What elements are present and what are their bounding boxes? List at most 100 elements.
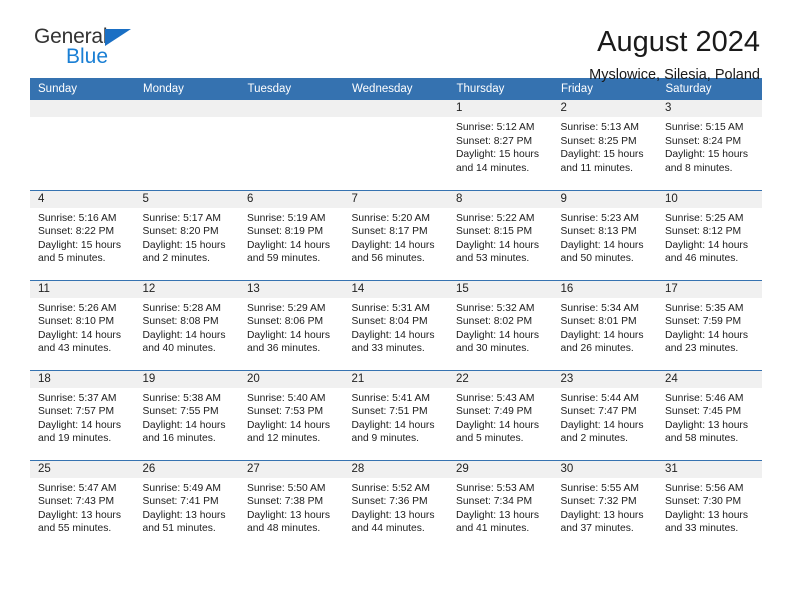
day-details: Sunrise: 5:22 AM Sunset: 8:15 PM Daylight:… bbox=[448, 208, 553, 266]
day-number: 26 bbox=[134, 460, 239, 478]
sunset-time: Sunset: 7:34 PM bbox=[456, 496, 533, 508]
day-number: 5 bbox=[134, 190, 239, 208]
sunrise-time: Sunrise: 5:37 AM bbox=[38, 392, 117, 404]
daylight-duration-line1: Daylight: 14 hours bbox=[560, 419, 644, 431]
calendar-day-cell[interactable]: 16 Sunrise: 5:34 AM Sunset: 8:01 PM Dayligh… bbox=[552, 279, 657, 370]
calendar-day-cell[interactable]: 23 Sunrise: 5:44 AM Sunset: 7:47 PM Dayligh… bbox=[552, 369, 657, 460]
general-blue-logo[interactable]: General Blue bbox=[30, 26, 154, 67]
calendar-day-cell[interactable]: 1 Sunrise: 5:12 AM Sunset: 8:27 PM Daylight… bbox=[448, 100, 553, 190]
calendar-day-cell[interactable]: 26 Sunrise: 5:49 AM Sunset: 7:41 PM Dayligh… bbox=[134, 459, 239, 550]
calendar-day-cell[interactable]: 10 Sunrise: 5:25 AM Sunset: 8:12 PM Dayligh… bbox=[657, 189, 762, 280]
day-number: 18 bbox=[30, 370, 135, 388]
daylight-duration-line2: and 11 minutes. bbox=[560, 162, 634, 174]
sunset-time: Sunset: 8:13 PM bbox=[560, 226, 637, 238]
calendar-day-cell[interactable]: 24 Sunrise: 5:46 AM Sunset: 7:45 PM Dayligh… bbox=[657, 369, 762, 460]
calendar-day-cell[interactable]: 6 Sunrise: 5:19 AM Sunset: 8:19 PM Daylight… bbox=[239, 189, 344, 280]
daylight-duration-line2: and 55 minutes. bbox=[38, 523, 112, 535]
calendar-day-cell[interactable]: 17 Sunrise: 5:35 AM Sunset: 7:59 PM Dayligh… bbox=[657, 279, 762, 370]
weekday-header-thursday: Thursday bbox=[448, 78, 553, 100]
day-number: 21 bbox=[343, 370, 448, 388]
calendar-day-cell[interactable]: 28 Sunrise: 5:52 AM Sunset: 7:36 PM Dayligh… bbox=[343, 459, 448, 550]
daylight-duration-line2: and 36 minutes. bbox=[247, 343, 321, 355]
calendar-day-cell[interactable]: 4 Sunrise: 5:16 AM Sunset: 8:22 PM Daylight… bbox=[30, 189, 135, 280]
sunrise-time: Sunrise: 5:13 AM bbox=[560, 122, 639, 133]
calendar-day-cell[interactable]: 13 Sunrise: 5:29 AM Sunset: 8:06 PM Dayligh… bbox=[239, 279, 344, 370]
calendar-day-cell[interactable]: 3 Sunrise: 5:15 AM Sunset: 8:24 PM Daylight… bbox=[657, 100, 762, 190]
sunset-time: Sunset: 7:45 PM bbox=[665, 406, 742, 418]
calendar-week-row: 25 Sunrise: 5:47 AM Sunset: 7:43 PM Dayligh… bbox=[30, 459, 762, 550]
page-header: General Blue August 2024 Myslowice, Sile… bbox=[30, 0, 762, 84]
daylight-duration-line2: and 5 minutes. bbox=[38, 253, 106, 265]
day-details: Sunrise: 5:15 AM Sunset: 8:24 PM Daylight:… bbox=[657, 117, 762, 175]
sunrise-time: Sunrise: 5:19 AM bbox=[247, 212, 326, 224]
weekday-header-monday: Monday bbox=[134, 78, 240, 100]
calendar-day-cell[interactable]: 27 Sunrise: 5:50 AM Sunset: 7:38 PM Dayligh… bbox=[239, 459, 344, 550]
calendar-day-cell[interactable]: 14 Sunrise: 5:31 AM Sunset: 8:04 PM Dayligh… bbox=[343, 279, 448, 370]
sunrise-time: Sunrise: 5:55 AM bbox=[560, 482, 639, 494]
calendar-day-cell[interactable]: 2 Sunrise: 5:13 AM Sunset: 8:25 PM Daylight… bbox=[552, 100, 657, 190]
daylight-duration-line2: and 59 minutes. bbox=[247, 253, 321, 265]
day-details: Sunrise: 5:46 AM Sunset: 7:45 PM Daylight:… bbox=[657, 388, 762, 446]
daylight-duration-line1: Daylight: 13 hours bbox=[665, 419, 748, 431]
day-details: Sunrise: 5:53 AM Sunset: 7:34 PM Daylight:… bbox=[448, 478, 553, 536]
calendar-day-cell[interactable]: 5 Sunrise: 5:17 AM Sunset: 8:20 PM Daylight… bbox=[134, 189, 239, 280]
sunset-time: Sunset: 7:30 PM bbox=[665, 496, 742, 508]
calendar-day-cell[interactable]: 29 Sunrise: 5:53 AM Sunset: 7:34 PM Dayligh… bbox=[448, 459, 553, 550]
daylight-duration-line1: Daylight: 14 hours bbox=[247, 329, 330, 341]
calendar-day-cell[interactable]: 31 Sunrise: 5:56 AM Sunset: 7:30 PM Dayligh… bbox=[657, 459, 762, 550]
daylight-duration-line1: Daylight: 13 hours bbox=[351, 509, 435, 521]
calendar-day-cell[interactable]: 18 Sunrise: 5:37 AM Sunset: 7:57 PM Dayligh… bbox=[30, 369, 135, 460]
day-number: 4 bbox=[30, 190, 135, 208]
sunrise-time: Sunrise: 5:28 AM bbox=[142, 302, 221, 314]
day-details: Sunrise: 5:40 AM Sunset: 7:53 PM Daylight:… bbox=[239, 388, 344, 446]
calendar-day-cell[interactable]: 22 Sunrise: 5:43 AM Sunset: 7:49 PM Dayligh… bbox=[448, 369, 553, 460]
sunrise-time: Sunrise: 5:44 AM bbox=[560, 392, 639, 404]
daylight-duration-line1: Daylight: 13 hours bbox=[456, 509, 539, 521]
sunset-time: Sunset: 8:01 PM bbox=[560, 316, 637, 328]
sunrise-time: Sunrise: 5:22 AM bbox=[456, 212, 535, 224]
daylight-duration-line2: and 41 minutes. bbox=[456, 523, 530, 535]
daylight-duration-line1: Daylight: 13 hours bbox=[38, 509, 121, 521]
sunrise-time: Sunrise: 5:31 AM bbox=[351, 302, 430, 314]
daylight-duration-line1: Daylight: 15 hours bbox=[38, 239, 121, 251]
calendar-day-cell[interactable]: 25 Sunrise: 5:47 AM Sunset: 7:43 PM Dayligh… bbox=[30, 459, 135, 550]
day-details: Sunrise: 5:47 AM Sunset: 7:43 PM Daylight:… bbox=[30, 478, 135, 536]
sunrise-time: Sunrise: 5:12 AM bbox=[456, 122, 535, 133]
calendar-day-cell[interactable]: 19 Sunrise: 5:38 AM Sunset: 7:55 PM Dayligh… bbox=[134, 369, 239, 460]
sunset-time: Sunset: 7:51 PM bbox=[351, 406, 428, 418]
sunrise-time: Sunrise: 5:34 AM bbox=[560, 302, 639, 314]
sunset-time: Sunset: 8:20 PM bbox=[142, 226, 219, 238]
calendar-day-cell[interactable]: 9 Sunrise: 5:23 AM Sunset: 8:13 PM Daylight… bbox=[552, 189, 657, 280]
sunset-time: Sunset: 7:38 PM bbox=[247, 496, 324, 508]
calendar-day-cell[interactable]: 8 Sunrise: 5:22 AM Sunset: 8:15 PM Daylight… bbox=[448, 189, 553, 280]
weekday-header-wednesday: Wednesday bbox=[343, 78, 449, 100]
calendar-day-cell[interactable]: 20 Sunrise: 5:40 AM Sunset: 7:53 PM Dayligh… bbox=[239, 369, 344, 460]
calendar-day-cell[interactable]: 21 Sunrise: 5:41 AM Sunset: 7:51 PM Dayligh… bbox=[343, 369, 449, 460]
sunrise-time: Sunrise: 5:29 AM bbox=[247, 302, 326, 314]
day-number: 15 bbox=[448, 280, 553, 298]
daylight-duration-line1: Daylight: 15 hours bbox=[665, 149, 748, 161]
sunset-time: Sunset: 7:59 PM bbox=[665, 316, 742, 328]
calendar-day-cell[interactable]: 30 Sunrise: 5:55 AM Sunset: 7:32 PM Dayligh… bbox=[552, 459, 657, 550]
sunrise-time: Sunrise: 5:53 AM bbox=[456, 482, 535, 494]
calendar-day-cell[interactable]: 11 Sunrise: 5:26 AM Sunset: 8:10 PM Dayligh… bbox=[30, 279, 135, 370]
day-number: 6 bbox=[239, 190, 344, 208]
day-details: Sunrise: 5:29 AM Sunset: 8:06 PM Daylight:… bbox=[239, 298, 344, 356]
day-details: Sunrise: 5:28 AM Sunset: 8:08 PM Daylight:… bbox=[135, 298, 240, 356]
day-details: Sunrise: 5:20 AM Sunset: 8:17 PM Daylight:… bbox=[344, 208, 449, 266]
daylight-duration-line2: and 5 minutes. bbox=[456, 433, 524, 445]
calendar-day-cell-empty bbox=[30, 100, 135, 190]
calendar-day-cell[interactable]: 12 Sunrise: 5:28 AM Sunset: 8:08 PM Dayligh… bbox=[134, 279, 240, 370]
sunset-time: Sunset: 8:15 PM bbox=[456, 226, 533, 238]
day-details: Sunrise: 5:41 AM Sunset: 7:51 PM Daylight:… bbox=[344, 388, 449, 446]
daylight-duration-line1: Daylight: 14 hours bbox=[456, 239, 539, 251]
calendar-day-cell[interactable]: 15 Sunrise: 5:32 AM Sunset: 8:02 PM Dayligh… bbox=[448, 279, 553, 370]
sunset-time: Sunset: 7:32 PM bbox=[560, 496, 637, 508]
daylight-duration-line2: and 9 minutes. bbox=[351, 433, 420, 445]
sunset-time: Sunset: 8:24 PM bbox=[665, 135, 742, 147]
sunset-time: Sunset: 8:19 PM bbox=[247, 226, 324, 238]
day-number: 9 bbox=[552, 190, 657, 208]
triangle-icon bbox=[105, 29, 132, 46]
daylight-duration-line2: and 12 minutes. bbox=[247, 433, 321, 445]
calendar-day-cell[interactable]: 7 Sunrise: 5:20 AM Sunset: 8:17 PM Daylight… bbox=[343, 189, 449, 280]
